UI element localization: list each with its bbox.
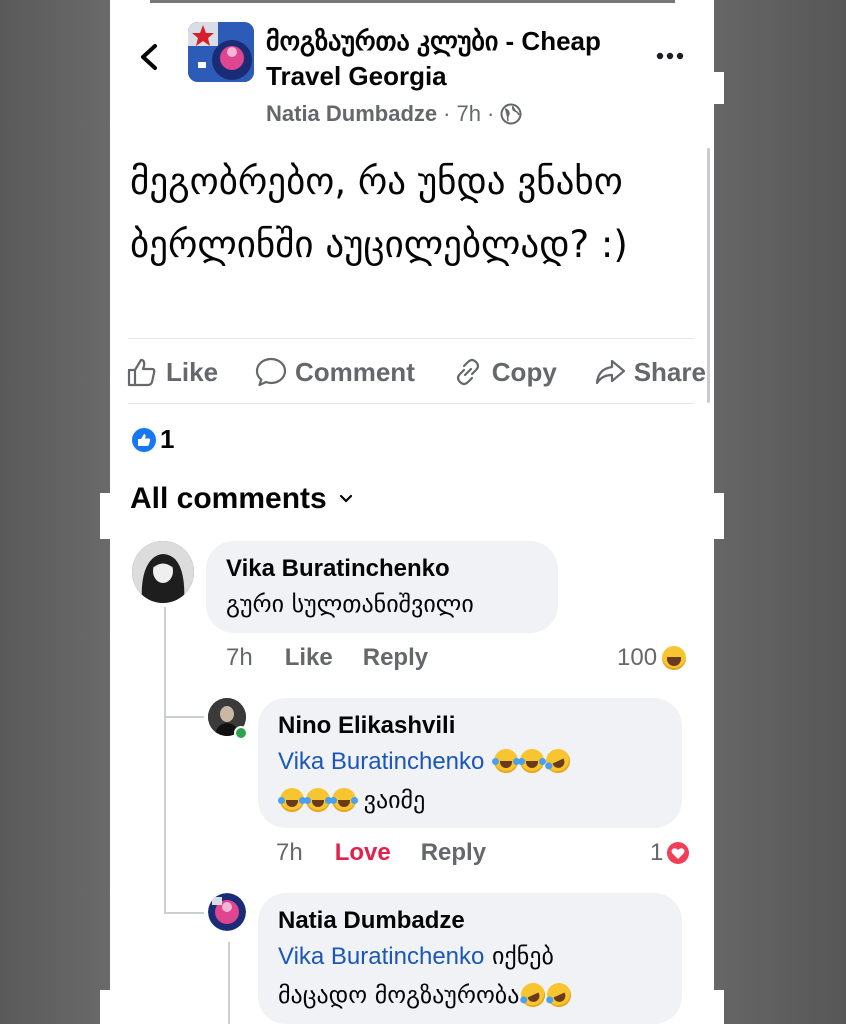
meta-separator: · <box>443 101 451 126</box>
crying-laughing-emoji-icon <box>518 749 546 773</box>
rofl-emoji-icon <box>517 979 550 1011</box>
comment-text: Vika Buratinchenko იქნებ მაცადო მოგზაურო… <box>278 937 662 1014</box>
crying-laughing-emoji-icon <box>278 788 306 812</box>
frame-marker <box>100 990 110 1024</box>
thread-line <box>164 718 166 913</box>
reaction-count: 1 <box>160 424 175 454</box>
reaction-count-value: 100 <box>617 644 658 671</box>
comment-reaction-count[interactable]: 100 <box>617 644 687 672</box>
group-avatar[interactable] <box>188 22 254 82</box>
group-logo <box>188 22 254 82</box>
frame-marker <box>714 493 724 539</box>
divider <box>128 338 694 339</box>
thread-line <box>228 942 230 1024</box>
rofl-emoji-icon <box>543 979 576 1011</box>
thread-connector <box>164 912 204 914</box>
comment-text-line2: მაცადო მოგზაურობა <box>278 981 520 1009</box>
comment-actions: 7h Like Reply <box>226 644 458 672</box>
commenter-name[interactable]: Nino Elikashvili <box>278 710 662 742</box>
more-dots-icon <box>656 52 684 60</box>
post-author[interactable]: Natia Dumbadze <box>266 101 437 127</box>
like-button[interactable]: Like <box>126 356 218 388</box>
haha-reaction-icon <box>662 646 687 670</box>
chevron-left-icon <box>141 44 157 70</box>
meta-separator: · <box>486 101 495 126</box>
comment-like-button[interactable]: Like <box>285 644 333 672</box>
frame-marker <box>714 990 724 1024</box>
frame-marker <box>100 493 110 539</box>
share-button[interactable]: Share <box>594 356 706 388</box>
online-status-icon <box>234 726 248 740</box>
background-left <box>0 0 110 1024</box>
divider <box>128 403 694 404</box>
comment-text-tail: ვაიმე <box>363 786 426 814</box>
group-name[interactable]: მოგზაურთა კლუბი - Cheap Travel Georgia <box>266 24 606 94</box>
comment-time[interactable]: 7h <box>226 644 253 672</box>
commenter-name[interactable]: Vika Buratinchenko <box>226 553 538 585</box>
comment-text: გური სულთანიშვილი <box>226 590 474 618</box>
globe-icon <box>500 103 522 125</box>
post-card: მოგზაურთა კლუბი - Cheap Travel Georgia N… <box>110 0 714 1024</box>
commenter-name[interactable]: Natia Dumbadze <box>278 905 662 937</box>
commenter-avatar[interactable] <box>208 893 246 931</box>
post-actions: Like Comment Copy Share <box>126 354 706 390</box>
post-meta: Natia Dumbadze · 7h · <box>266 101 522 127</box>
comment-reply-button[interactable]: Reply <box>421 839 486 867</box>
comment-bubble[interactable]: Natia Dumbadze Vika Buratinchenko იქნებ … <box>258 893 682 1024</box>
like-reaction-icon <box>132 427 156 452</box>
crying-laughing-emoji-icon <box>492 749 520 773</box>
share-label: Share <box>633 356 706 387</box>
comment-label: Comment <box>294 356 415 387</box>
more-options-button[interactable] <box>652 44 688 68</box>
thread-line <box>164 607 166 717</box>
share-arrow-icon <box>595 359 625 385</box>
comment-reaction-count[interactable]: 1 <box>650 839 690 867</box>
back-button[interactable] <box>134 40 164 74</box>
reaction-count-value: 1 <box>650 839 664 866</box>
copy-link-button[interactable]: Copy <box>452 356 557 388</box>
thread-connector <box>164 716 204 718</box>
frame-marker <box>714 72 724 104</box>
scrollbar[interactable] <box>707 148 710 403</box>
post-text: მეგობრებო, რა უნდა ვნახო ბერლინში აუცილე… <box>130 160 628 266</box>
reaction-summary[interactable]: 1 <box>132 424 174 455</box>
comment-button[interactable]: Comment <box>255 356 415 388</box>
comment-love-button[interactable]: Love <box>335 839 391 867</box>
comment-bubble[interactable]: Nino Elikashvili Vika Buratinchenko ვაიმ… <box>258 698 682 828</box>
top-divider <box>150 0 675 3</box>
thumbs-up-icon <box>127 358 156 387</box>
comment-text: Vika Buratinchenko ვაიმე <box>278 742 662 819</box>
mention-link[interactable]: Vika Buratinchenko <box>278 748 484 775</box>
copy-label: Copy <box>491 356 557 387</box>
like-label: Like <box>166 356 219 387</box>
chevron-down-icon <box>339 494 352 503</box>
comments-filter-label: All comments <box>130 482 327 515</box>
comment-bubble[interactable]: Vika Buratinchenko გური სულთანიშვილი <box>206 541 558 633</box>
comment-bubble-icon <box>255 357 287 387</box>
crying-laughing-emoji-icon <box>330 788 358 812</box>
comment-time[interactable]: 7h <box>276 839 303 867</box>
mention-link[interactable]: Vika Buratinchenko <box>278 943 484 970</box>
comment-text-part: იქნებ <box>492 942 554 970</box>
comments-filter-dropdown[interactable]: All comments <box>130 482 353 516</box>
background-right <box>714 0 846 1024</box>
love-reaction-icon <box>667 842 690 864</box>
comment-actions: 7h Love Reply <box>276 839 516 867</box>
rofl-emoji-icon <box>542 745 574 777</box>
comment-reply-button[interactable]: Reply <box>363 644 428 672</box>
link-icon <box>456 358 479 386</box>
post-time[interactable]: 7h <box>456 101 480 127</box>
crying-laughing-emoji-icon <box>304 788 332 812</box>
commenter-avatar[interactable] <box>132 541 194 603</box>
